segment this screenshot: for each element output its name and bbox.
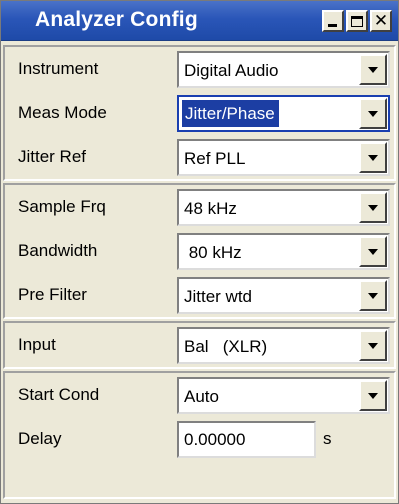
input-group: Input Bal (XLR) [3, 321, 396, 369]
jitter-ref-label: Jitter Ref [18, 147, 87, 166]
chevron-down-icon [368, 393, 378, 399]
start-group: Start Cond Auto Delay s [3, 371, 396, 499]
bandwidth-select[interactable]: 80 kHz [177, 233, 390, 270]
jitter-ref-value: Ref PLL [184, 149, 246, 168]
delay-unit: s [323, 429, 332, 448]
start-cond-value: Auto [184, 387, 219, 406]
jitter-ref-row: Jitter Ref Ref PLL [5, 136, 394, 180]
meas-mode-label: Meas Mode [18, 103, 107, 122]
close-icon: ✕ [373, 11, 389, 31]
delay-row: Delay s [5, 418, 394, 462]
instrument-select[interactable]: Digital Audio [177, 51, 390, 88]
start-cond-row: Start Cond Auto [5, 374, 394, 418]
pre-filter-dropdown-button[interactable] [359, 280, 387, 311]
start-cond-dropdown-button[interactable] [359, 380, 387, 411]
start-cond-select[interactable]: Auto [177, 377, 390, 414]
minimize-button[interactable] [322, 10, 344, 32]
jitter-ref-dropdown-button[interactable] [359, 142, 387, 173]
instrument-group: Instrument Digital Audio Meas Mode Jitte… [3, 45, 396, 181]
delay-input[interactable] [177, 421, 316, 458]
chevron-down-icon [368, 155, 378, 161]
instrument-dropdown-button[interactable] [359, 54, 387, 85]
sample-frq-value: 48 kHz [184, 199, 237, 218]
analyzer-config-window: Analyzer Config ✕ Instrument Digital Aud… [0, 0, 399, 504]
instrument-value: Digital Audio [184, 61, 279, 80]
chevron-down-icon [368, 205, 378, 211]
chevron-down-icon [368, 111, 378, 117]
minimize-icon [328, 24, 337, 27]
sample-frq-row: Sample Frq 48 kHz [5, 186, 394, 230]
input-dropdown-button[interactable] [359, 330, 387, 361]
maximize-button[interactable] [346, 10, 368, 32]
pre-filter-select[interactable]: Jitter wtd [177, 277, 390, 314]
maximize-icon [351, 15, 363, 27]
pre-filter-value: Jitter wtd [184, 287, 253, 306]
bandwidth-label: Bandwidth [18, 241, 98, 260]
meas-mode-row: Meas Mode Jitter/Phase [5, 92, 394, 136]
pre-filter-row: Pre Filter Jitter wtd [5, 274, 394, 318]
chevron-down-icon [368, 67, 378, 73]
delay-label: Delay [18, 429, 62, 448]
input-row: Input Bal (XLR) [5, 324, 394, 368]
instrument-label: Instrument [18, 59, 99, 78]
bandwidth-dropdown-button[interactable] [359, 236, 387, 267]
pre-filter-label: Pre Filter [18, 285, 87, 304]
title-bar[interactable]: Analyzer Config ✕ [1, 1, 398, 41]
chevron-down-icon [368, 343, 378, 349]
sample-frq-label: Sample Frq [18, 197, 106, 216]
sample-frq-dropdown-button[interactable] [359, 192, 387, 223]
instrument-row: Instrument Digital Audio [5, 48, 394, 92]
window-title: Analyzer Config [35, 8, 198, 31]
bandwidth-value: 80 kHz [184, 243, 242, 262]
meas-mode-select[interactable]: Jitter/Phase [177, 95, 390, 132]
jitter-ref-select[interactable]: Ref PLL [177, 139, 390, 176]
chevron-down-icon [368, 249, 378, 255]
sample-frq-select[interactable]: 48 kHz [177, 189, 390, 226]
input-label: Input [18, 335, 56, 354]
bandwidth-row: Bandwidth 80 kHz [5, 230, 394, 274]
input-value: Bal (XLR) [184, 337, 268, 356]
close-button[interactable]: ✕ [370, 10, 392, 32]
meas-mode-dropdown-button[interactable] [359, 98, 387, 129]
input-select[interactable]: Bal (XLR) [177, 327, 390, 364]
start-cond-label: Start Cond [18, 385, 100, 404]
chevron-down-icon [368, 293, 378, 299]
sampling-group: Sample Frq 48 kHz Bandwidth 80 kHz Pre F… [3, 183, 396, 319]
meas-mode-value: Jitter/Phase [181, 99, 280, 128]
